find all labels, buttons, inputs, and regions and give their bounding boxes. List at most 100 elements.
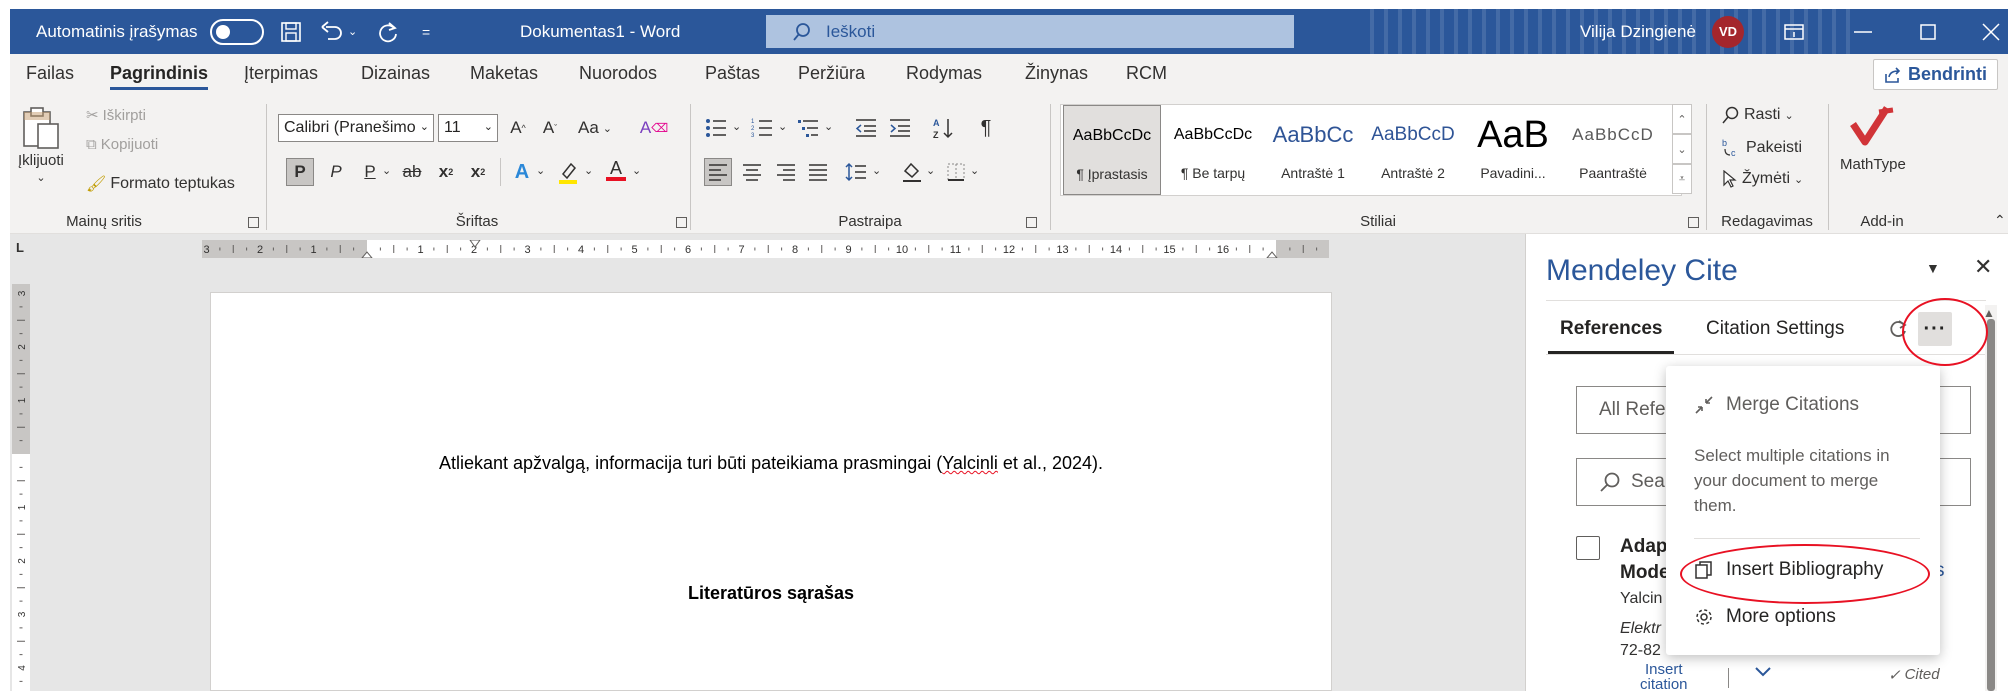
tab-layout[interactable]: Maketas <box>470 63 538 84</box>
autosave[interactable]: Automatinis įrašymas <box>36 9 264 54</box>
italic-button[interactable]: P <box>322 158 350 186</box>
decrease-indent-icon[interactable] <box>852 114 880 142</box>
line-spacing-dropdown-icon[interactable]: ⌄ <box>872 164 881 177</box>
grow-font-icon[interactable]: A ^ <box>504 114 532 142</box>
bullets-dropdown-icon[interactable]: ⌄ <box>732 120 741 133</box>
copy-icon: ⧉ <box>86 136 97 153</box>
document-page[interactable]: Atliekant apžvalgą, informacija turi būt… <box>210 292 1332 691</box>
tab-selector-icon[interactable]: L <box>16 240 24 255</box>
share-button[interactable]: Bendrinti <box>1873 59 1998 90</box>
align-right-icon[interactable] <box>772 158 800 186</box>
select-button[interactable]: Žymėti ⌄ <box>1722 170 1803 188</box>
autosave-toggle[interactable] <box>209 18 264 45</box>
align-left-icon[interactable] <box>704 158 732 186</box>
bibliography-heading[interactable]: Literatūros sąrašas <box>211 583 1331 604</box>
clipboard-launcher-icon[interactable] <box>248 217 259 228</box>
document-paragraph[interactable]: Atliekant apžvalgą, informacija turi būt… <box>211 453 1331 474</box>
mathtype-button[interactable]: MathType <box>1840 104 1906 173</box>
paragraph-text-end: et al., 2024). <box>997 453 1103 473</box>
font-launcher-icon[interactable] <box>676 217 687 228</box>
change-case-button[interactable]: Aa ⌄ <box>578 118 612 138</box>
tab-references[interactable]: Nuorodos <box>579 63 657 84</box>
tab-insert[interactable]: Įterpimas <box>244 63 318 84</box>
show-formatting-marks-icon[interactable]: ¶ <box>972 114 1000 142</box>
merge-citations-item[interactable]: Merge Citations <box>1694 394 1859 416</box>
highlight-dropdown-icon[interactable]: ⌄ <box>584 164 593 177</box>
superscript-button[interactable]: x2 <box>464 158 492 186</box>
tab-file[interactable]: Failas <box>26 63 74 84</box>
search-box[interactable]: Ieškoti <box>766 15 1294 48</box>
shrink-font-icon[interactable]: Aˇ <box>536 114 564 142</box>
tab-review[interactable]: Peržiūra <box>798 63 865 84</box>
bold-button[interactable]: P <box>286 158 314 186</box>
reference-checkbox[interactable] <box>1576 536 1600 560</box>
subscript-button[interactable]: x2 <box>432 158 460 186</box>
justify-icon[interactable] <box>804 158 832 186</box>
increase-indent-icon[interactable] <box>886 114 914 142</box>
reference-title[interactable]: Adap Mode <box>1620 534 1670 586</box>
clear-formatting-icon[interactable]: A ⌫ <box>640 114 668 142</box>
bullets-icon[interactable] <box>702 114 730 142</box>
citation-options-chevron-icon[interactable] <box>1754 666 1772 678</box>
cut-button[interactable]: ✂ Iškirpti <box>86 106 146 125</box>
sort-icon[interactable]: AZ <box>930 114 958 142</box>
paste-button[interactable]: Įklijuoti ⌄ <box>18 106 64 184</box>
redo-icon[interactable] <box>376 9 400 54</box>
font-color-icon[interactable]: A <box>602 156 630 184</box>
find-button[interactable]: Rasti ⌄ <box>1722 106 1794 124</box>
underline-dropdown-icon[interactable]: ⌄ <box>382 164 391 177</box>
copy-button[interactable]: ⧉ Kopijuoti <box>86 136 158 153</box>
replace-button[interactable]: bc Pakeisti <box>1722 138 1802 158</box>
numbering-icon[interactable]: 123 <box>748 114 776 142</box>
customize-qat-icon[interactable]: = <box>422 9 430 54</box>
multilevel-dropdown-icon[interactable]: ⌄ <box>824 120 833 133</box>
tab-help[interactable]: Žinynas <box>1025 63 1088 84</box>
pane-scrollbar[interactable] <box>1985 305 1997 691</box>
find-icon <box>1722 106 1739 124</box>
tab-rcm[interactable]: RCM <box>1126 63 1167 84</box>
numbering-dropdown-icon[interactable]: ⌄ <box>778 120 787 133</box>
tab-mailings[interactable]: Paštas <box>705 63 760 84</box>
maximize-icon[interactable] <box>1920 9 1936 54</box>
font-name-combo[interactable]: Calibri (Pranešimo ⌄ <box>278 114 434 142</box>
underline-button[interactable]: P <box>356 158 384 186</box>
shading-icon[interactable] <box>898 158 926 186</box>
text-effects-dropdown-icon[interactable]: ⌄ <box>536 164 545 177</box>
minimize-icon[interactable] <box>1854 9 1872 54</box>
paragraph-launcher-icon[interactable] <box>1026 217 1037 228</box>
more-options-item[interactable]: More options <box>1694 606 1836 628</box>
text-effects-icon[interactable]: A <box>508 158 536 186</box>
tab-home[interactable]: Pagrindinis <box>110 63 209 90</box>
vertical-ruler[interactable]: 3 2 1 1 2 3 4 <box>12 284 30 691</box>
font-color-dropdown-icon[interactable]: ⌄ <box>632 164 641 177</box>
shading-dropdown-icon[interactable]: ⌄ <box>926 164 935 177</box>
multilevel-list-icon[interactable] <box>794 114 822 142</box>
ribbon-display-options-icon[interactable] <box>1784 9 1804 54</box>
undo-icon[interactable]: ⌄ <box>320 9 357 54</box>
save-icon[interactable] <box>280 9 302 54</box>
pane-close-icon[interactable]: ✕ <box>1974 254 1992 280</box>
borders-icon[interactable] <box>942 158 970 186</box>
tab-references[interactable]: References <box>1547 318 1675 354</box>
tab-design[interactable]: Dizainas <box>361 63 430 84</box>
align-center-icon[interactable] <box>738 158 766 186</box>
tab-view[interactable]: Rodymas <box>906 63 982 84</box>
strikethrough-button[interactable]: ab <box>398 158 426 186</box>
line-spacing-icon[interactable] <box>842 158 870 186</box>
collapse-ribbon-icon[interactable]: ⌃ <box>1994 212 2006 229</box>
pane-options-icon[interactable]: ▼ <box>1926 260 1940 276</box>
left-indent-marker[interactable] <box>361 251 373 258</box>
tab-citation-settings[interactable]: Citation Settings <box>1706 318 1844 340</box>
styles-launcher-icon[interactable] <box>1688 217 1699 228</box>
font-size-combo[interactable]: 11 ⌄ <box>438 114 498 142</box>
insert-citation-button[interactable]: Insert citation <box>1640 662 1688 692</box>
account-button[interactable]: VD <box>1712 9 1744 54</box>
horizontal-ruler[interactable]: 3 2 1 1 2 3 4 5 6 7 8 9 10 11 12 13 14 15 16 <box>202 240 1329 258</box>
right-indent-marker[interactable] <box>1266 251 1278 258</box>
borders-dropdown-icon[interactable]: ⌄ <box>970 164 979 177</box>
format-painter-button[interactable]: 🖌 Formato teptukas <box>86 174 235 194</box>
pane-scrollbar-thumb[interactable] <box>1987 319 1995 691</box>
close-icon[interactable] <box>1982 9 2000 54</box>
scroll-up-icon[interactable]: ▲ <box>1983 306 1995 320</box>
highlight-icon[interactable] <box>554 158 582 186</box>
